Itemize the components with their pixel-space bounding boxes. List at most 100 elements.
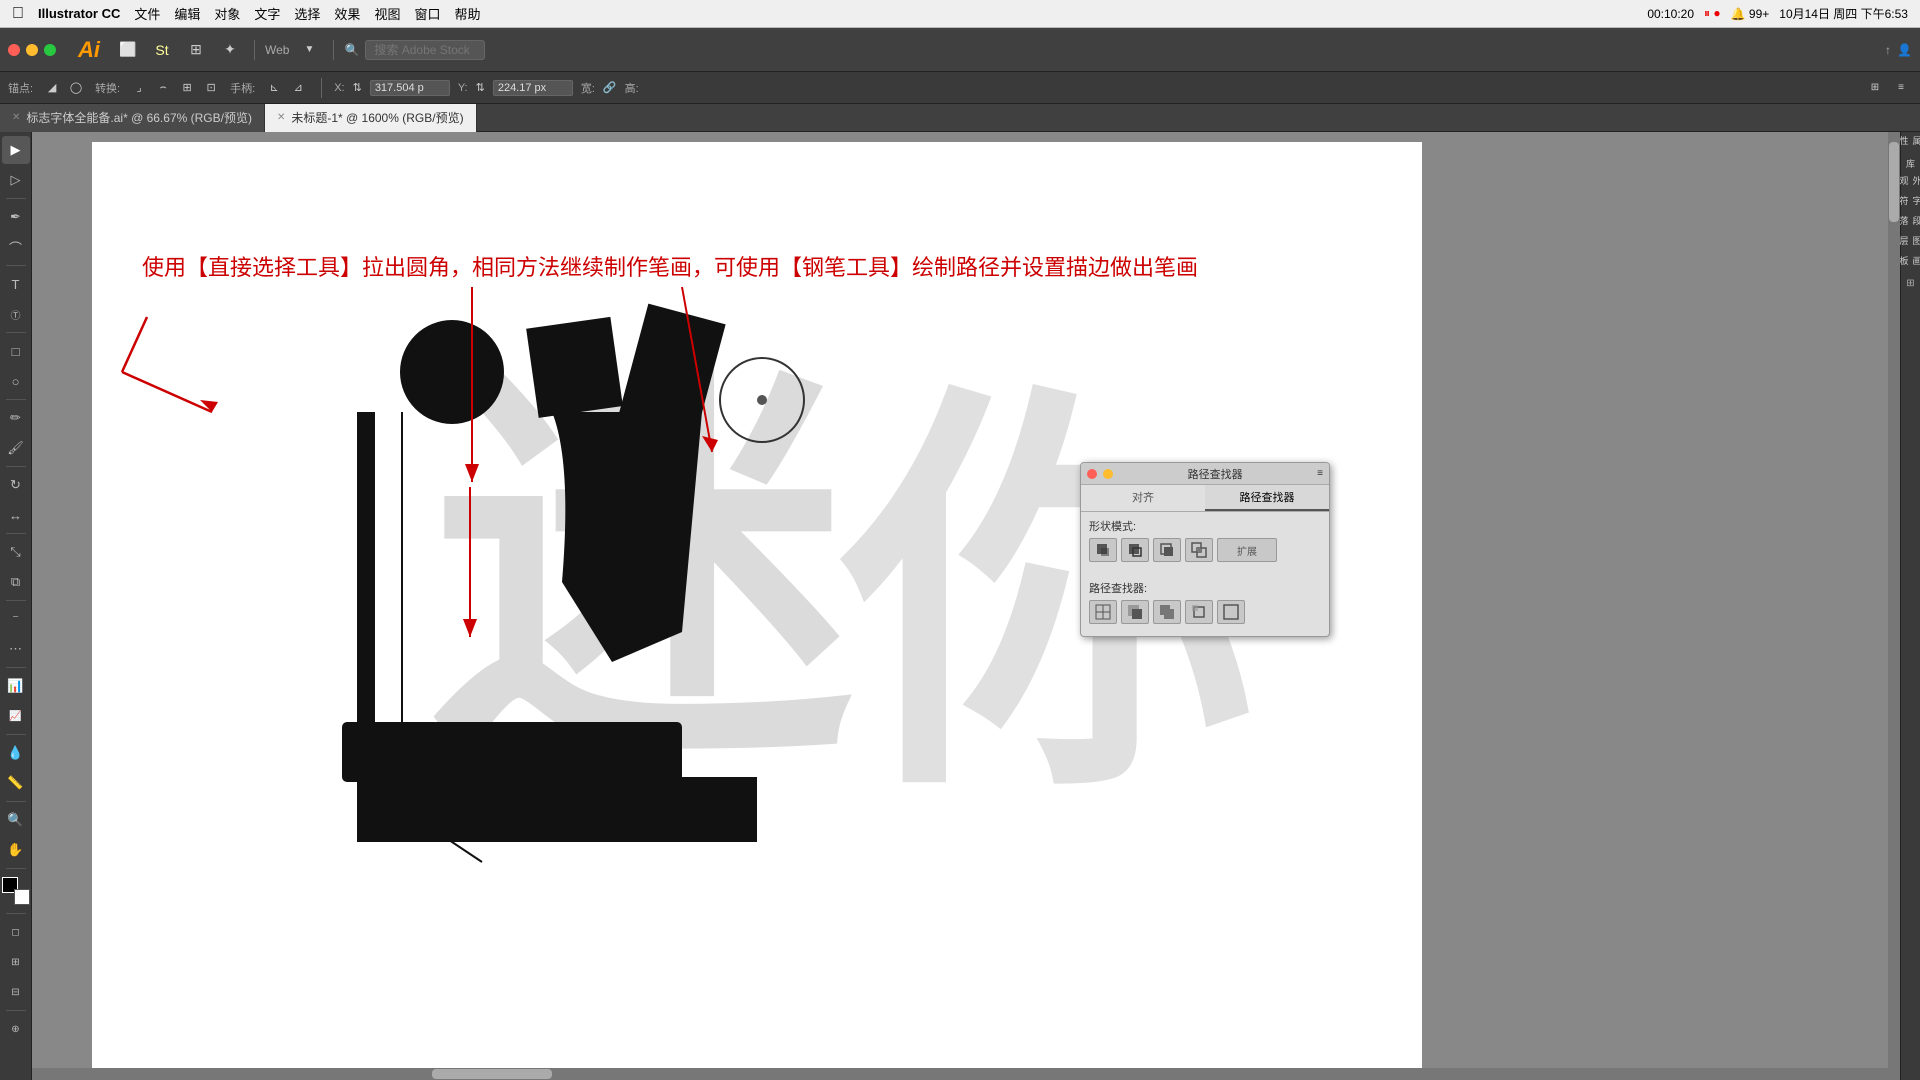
- scale-tool[interactable]: ⤡: [2, 538, 30, 566]
- draw-behind[interactable]: ⊞: [2, 948, 30, 976]
- blend-tool[interactable]: ⋯: [2, 635, 30, 663]
- character-panel-icon[interactable]: 字符: [1904, 196, 1918, 210]
- zoom-tool[interactable]: 🔍: [2, 806, 30, 834]
- selection-tool[interactable]: ▶: [2, 136, 30, 164]
- shear-tool[interactable]: ⧉: [2, 568, 30, 596]
- normal-mode[interactable]: ◻: [2, 918, 30, 946]
- panel-tab-pathfinder[interactable]: 路径查找器: [1205, 485, 1329, 511]
- convert-corner-icon[interactable]: ⌟: [128, 77, 150, 99]
- vertical-scrollbar[interactable]: [1888, 132, 1900, 1080]
- artboard-tool[interactable]: ⊕: [2, 1015, 30, 1043]
- width-tool[interactable]: ⁻: [2, 605, 30, 633]
- hand-type2-icon[interactable]: ⊿: [287, 77, 309, 99]
- search-input[interactable]: [365, 40, 485, 60]
- document-new-icon[interactable]: ⬜: [114, 36, 142, 64]
- type-tool[interactable]: T: [2, 270, 30, 298]
- search-icon[interactable]: 🔍: [344, 43, 359, 57]
- paragraph-panel-icon[interactable]: 段落: [1904, 216, 1918, 230]
- close-button[interactable]: [8, 44, 20, 56]
- chevron-down-icon[interactable]: ▼: [295, 36, 323, 64]
- minimize-button[interactable]: [26, 44, 38, 56]
- menu-window[interactable]: 窗口: [414, 4, 440, 23]
- stash-icon[interactable]: St: [148, 36, 176, 64]
- rotate-tool[interactable]: ↻: [2, 471, 30, 499]
- draw-inside[interactable]: ⊟: [2, 978, 30, 1006]
- measure-tool[interactable]: 📏: [2, 769, 30, 797]
- reflect-tool[interactable]: ↔: [2, 501, 30, 529]
- anchor-smooth[interactable]: ◯: [65, 77, 87, 99]
- tab-2-close[interactable]: ✕: [277, 112, 285, 123]
- x-value[interactable]: [370, 80, 450, 96]
- menu-effect[interactable]: 效果: [334, 4, 360, 23]
- minus-front-button[interactable]: [1121, 538, 1149, 562]
- intersect-button[interactable]: [1153, 538, 1181, 562]
- color-preview[interactable]: [2, 877, 30, 905]
- menu-help[interactable]: 帮助: [454, 4, 480, 23]
- appearance-icon[interactable]: 外观: [1904, 176, 1918, 190]
- fullscreen-button[interactable]: [44, 44, 56, 56]
- canvas-area[interactable]: 迷 你 使用【直接选择工具】拉出圆角，相同方法继续制作笔画，可使用【钢笔工具】绘…: [32, 132, 1900, 1080]
- menu-edit[interactable]: 编辑: [174, 4, 200, 23]
- align-options-icon[interactable]: ⊞: [1864, 77, 1886, 99]
- column-graph-tool[interactable]: 📊: [2, 672, 30, 700]
- y-value[interactable]: [493, 80, 573, 96]
- menu-file[interactable]: 文件: [134, 4, 160, 23]
- cc-libraries-icon[interactable]: 库: [1904, 156, 1918, 170]
- app-name[interactable]: Illustrator CC: [38, 6, 120, 21]
- convert-align-icon[interactable]: ⊞: [176, 77, 198, 99]
- traffic-lights: [8, 44, 56, 56]
- merge-button[interactable]: [1153, 600, 1181, 624]
- background-color[interactable]: [14, 889, 30, 905]
- layers-icon[interactable]: 图层: [1904, 236, 1918, 250]
- menu-type[interactable]: 文字: [254, 4, 280, 23]
- expand-panels-icon[interactable]: ⊞: [1904, 276, 1918, 290]
- bar-graph-tool[interactable]: 📈: [2, 702, 30, 730]
- user-icon[interactable]: 👤: [1897, 43, 1912, 57]
- share-icon[interactable]: ↑: [1885, 43, 1891, 57]
- hand-tool[interactable]: ✋: [2, 836, 30, 864]
- vscroll-thumb[interactable]: [1889, 142, 1899, 222]
- menu-select[interactable]: 选择: [294, 4, 320, 23]
- paintbrush-tool[interactable]: 🖌: [2, 434, 30, 462]
- anchor-corner[interactable]: ◢: [41, 77, 63, 99]
- expand-button[interactable]: 扩展: [1217, 538, 1277, 562]
- star-icon[interactable]: ✦: [216, 36, 244, 64]
- apple-menu[interactable]: : [12, 5, 24, 23]
- link-icon[interactable]: 🔗: [603, 81, 617, 94]
- tool-separator7: [6, 600, 26, 601]
- tab-2[interactable]: ✕ 未标题-1* @ 1600% (RGB/预览): [265, 104, 477, 132]
- divide-button[interactable]: [1089, 600, 1117, 624]
- horizontal-scrollbar[interactable]: [32, 1068, 1888, 1080]
- artboards-icon[interactable]: 画板: [1904, 256, 1918, 270]
- ai-logo: Ai: [78, 37, 100, 63]
- pen-tool[interactable]: ✒: [2, 203, 30, 231]
- hscroll-thumb[interactable]: [432, 1069, 552, 1079]
- exclude-button[interactable]: [1185, 538, 1213, 562]
- layout-icon[interactable]: ⊞: [182, 36, 210, 64]
- unite-button[interactable]: [1089, 538, 1117, 562]
- hand-type-icon[interactable]: ⊾: [263, 77, 285, 99]
- rectangle-tool[interactable]: □: [2, 337, 30, 365]
- pencil-tool[interactable]: ✏: [2, 404, 30, 432]
- panel-close-button[interactable]: [1087, 469, 1097, 479]
- properties-panel-icon[interactable]: 属性: [1904, 136, 1918, 150]
- eyedropper-tool[interactable]: 💧: [2, 739, 30, 767]
- tab-1[interactable]: ✕ 标志字体全能备.ai* @ 66.67% (RGB/预览): [0, 104, 265, 132]
- panel-menu-icon[interactable]: ≡: [1317, 468, 1323, 479]
- menu-object[interactable]: 对象: [214, 4, 240, 23]
- tab-1-close[interactable]: ✕: [12, 112, 20, 123]
- convert-smooth-icon[interactable]: ⌢: [152, 77, 174, 99]
- outline-button[interactable]: [1217, 600, 1245, 624]
- menu-view[interactable]: 视图: [374, 4, 400, 23]
- direct-select-tool[interactable]: ▷: [2, 166, 30, 194]
- curvature-tool[interactable]: ⌒: [2, 233, 30, 261]
- convert-type-icon[interactable]: ⊡: [200, 77, 222, 99]
- ellipse-tool[interactable]: ○: [2, 367, 30, 395]
- touch-type-tool[interactable]: Ⓣ: [2, 300, 30, 328]
- more-options-icon[interactable]: ≡: [1890, 77, 1912, 99]
- datetime: 10月14日 周四 下午6:53: [1779, 5, 1908, 22]
- crop-button[interactable]: [1185, 600, 1213, 624]
- panel-tab-align[interactable]: 对齐: [1081, 485, 1205, 511]
- panel-minimize-button[interactable]: [1103, 469, 1113, 479]
- trim-button[interactable]: [1121, 600, 1149, 624]
